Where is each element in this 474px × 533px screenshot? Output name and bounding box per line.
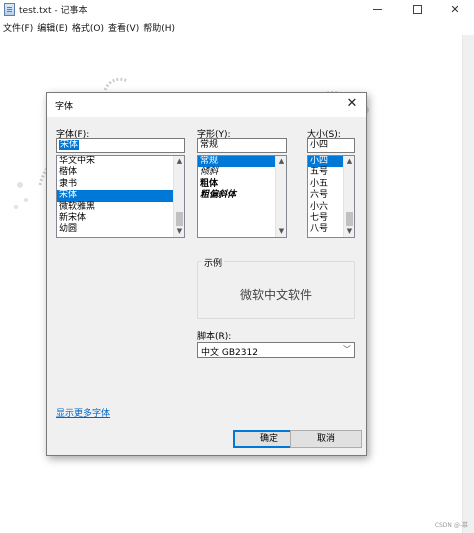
font-list-item[interactable]: 幼圆 (57, 224, 184, 235)
style-list-item[interactable]: 粗偏斜体 (198, 190, 286, 201)
style-list-scrollbar[interactable]: ▲ ▼ (275, 156, 286, 237)
style-list-item[interactable]: 倾斜 (198, 167, 286, 178)
font-list-item[interactable]: 新宋体 (57, 213, 184, 224)
sample-text: 微软中文软件 (239, 288, 312, 302)
font-list-item-selected[interactable]: 宋体 (57, 190, 184, 202)
font-list-scrollbar[interactable]: ▲ ▼ (173, 156, 184, 237)
scroll-up-icon[interactable]: ▲ (344, 156, 354, 167)
font-style-input[interactable]: 常规 (197, 138, 287, 153)
size-list-scrollbar[interactable]: ▲ ▼ (343, 156, 354, 237)
dialog-title-bar: 字体 ✕ (47, 93, 366, 117)
scroll-up-icon[interactable]: ▲ (174, 156, 184, 167)
maximize-icon (412, 5, 422, 14)
script-select[interactable]: 中文 GB2312 ﹀ (197, 342, 355, 358)
font-size-input[interactable]: 小四 (307, 138, 355, 153)
scroll-up-icon[interactable]: ▲ (276, 156, 286, 167)
title-bar: test.txt - 记事本 ✕ (0, 0, 474, 19)
sample-preview: 微软中文软件 (197, 261, 355, 319)
script-label: 脚本(R): (197, 332, 232, 342)
font-name-list[interactable]: 华文中宋 楷体 隶书 宋体 微软雅黑 新宋体 幼圆 ▲ ▼ (56, 155, 185, 238)
font-style-list[interactable]: 常规 倾斜 粗体 粗偏斜体 ▲ ▼ (197, 155, 287, 238)
show-more-fonts-link[interactable]: 显示更多字体 (56, 406, 110, 419)
close-window-button[interactable]: ✕ (436, 0, 474, 19)
font-name-value: 宋体 (59, 140, 80, 150)
scroll-down-icon[interactable]: ▼ (344, 226, 354, 237)
font-name-input[interactable]: 宋体 (56, 138, 185, 153)
menu-file[interactable]: 文件(F) (2, 19, 36, 35)
font-list-item[interactable]: 隶书 (57, 179, 184, 190)
style-list-item[interactable]: 粗体 (198, 179, 286, 190)
menu-bar: 文件(F) 编辑(E) 格式(O) 查看(V) 帮助(H) (0, 19, 474, 35)
font-list-item[interactable]: 华文中宋 (57, 156, 184, 167)
menu-help[interactable]: 帮助(H) (142, 19, 178, 35)
maximize-button[interactable] (398, 0, 436, 19)
watermark: CSDN @-慕 (434, 522, 468, 529)
style-list-item-selected[interactable]: 常规 (198, 156, 286, 168)
font-list-item[interactable]: 微软雅黑 (57, 202, 184, 213)
font-size-list[interactable]: 小四 五号 小五 六号 小六 七号 八号 ▲ ▼ (307, 155, 355, 238)
chevron-down-icon: ﹀ (343, 345, 351, 354)
scroll-thumb[interactable] (346, 212, 353, 226)
script-value: 中文 GB2312 (201, 348, 258, 358)
menu-edit[interactable]: 编辑(E) (36, 19, 71, 35)
font-dialog: 字体 ✕ 字体(F): 宋体 华文中宋 楷体 隶书 宋体 微软雅黑 新宋体 幼圆… (46, 92, 367, 456)
cancel-button[interactable]: 取消 (290, 430, 362, 448)
notepad-icon (4, 3, 15, 16)
minimize-button[interactable] (358, 0, 396, 19)
menu-format[interactable]: 格式(O) (71, 19, 107, 35)
scroll-thumb[interactable] (176, 212, 183, 226)
font-list-item[interactable]: 楷体 (57, 167, 184, 178)
editor-vertical-scrollbar[interactable] (462, 35, 474, 533)
dialog-title: 字体 (55, 102, 74, 112)
dialog-close-button[interactable]: ✕ (344, 96, 360, 112)
menu-view[interactable]: 查看(V) (107, 19, 142, 35)
scroll-down-icon[interactable]: ▼ (276, 226, 286, 237)
sample-label: 示例 (202, 256, 225, 269)
scroll-down-icon[interactable]: ▼ (174, 226, 184, 237)
window-title: test.txt - 记事本 (19, 6, 88, 16)
minimize-icon (372, 9, 382, 10)
